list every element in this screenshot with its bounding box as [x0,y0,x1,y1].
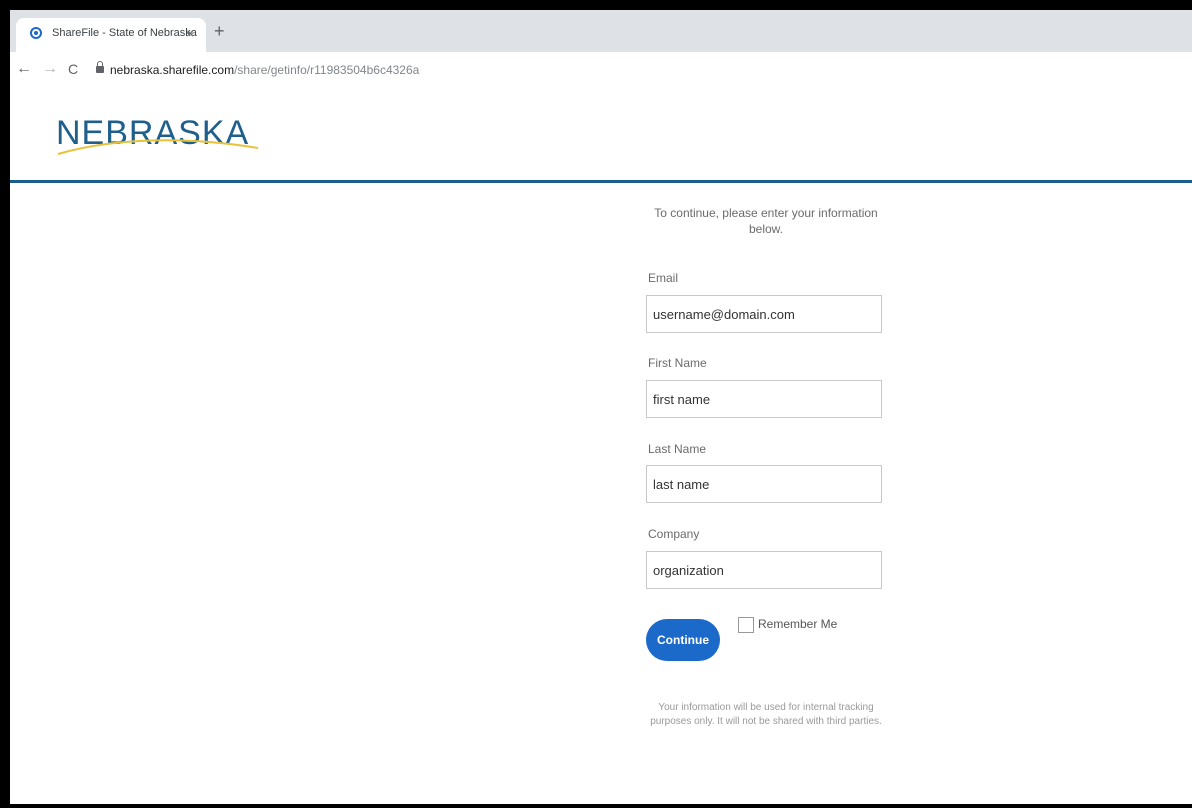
site-header: NEBRASKA [10,92,1192,183]
url-host: nebraska.sharefile.com [110,63,235,77]
remember-me-toggle[interactable]: Remember Me [738,617,837,633]
remember-me-checkbox[interactable] [738,617,754,633]
first-name-label: First Name [648,356,707,370]
new-tab-icon[interactable]: + [214,22,225,40]
browser-tab[interactable]: ShareFile - State of Nebraska × [16,18,206,52]
tab-strip: ShareFile - State of Nebraska × + [10,10,1192,52]
company-label: Company [648,527,700,541]
browser-window: ShareFile - State of Nebraska × + ← → C … [10,10,1192,804]
first-name-field[interactable] [646,380,882,418]
sharefile-favicon-icon [30,27,42,39]
back-arrow-icon[interactable]: ← [16,60,32,78]
close-tab-icon[interactable]: × [186,25,194,41]
tab-title: ShareFile - State of Nebraska [52,27,197,39]
email-field[interactable] [646,295,882,333]
continue-button[interactable]: Continue [646,619,720,661]
last-name-field[interactable] [646,465,882,503]
remember-me-label: Remember Me [758,617,838,632]
logo-swoosh-icon [57,139,259,155]
privacy-note: Your information will be used for intern… [650,702,882,727]
email-label: Email [648,271,679,285]
lock-icon[interactable] [96,61,104,73]
reload-icon[interactable]: C [68,61,78,77]
address-toolbar: ← → C nebraska.sharefile.com/share/getin… [10,52,1192,93]
form-instructions: To continue, please enter your informati… [654,206,878,236]
address-bar[interactable]: nebraska.sharefile.com/share/getinfo/r11… [110,63,419,77]
forward-arrow-icon[interactable]: → [42,60,58,78]
url-path: /share/getinfo/r11983504b6c4326a [234,63,420,77]
last-name-label: Last Name [648,442,707,456]
company-field[interactable] [646,551,882,589]
